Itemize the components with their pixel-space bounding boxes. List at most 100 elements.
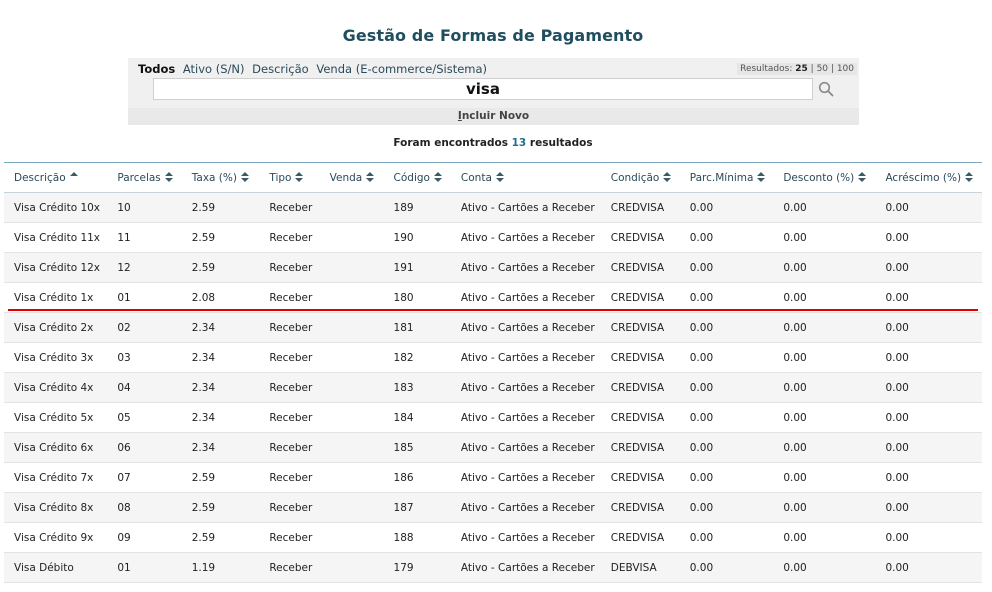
table-row[interactable]: Visa Crédito 9x 09 2.59 Receber 188 Ativo - C… [4,522,982,553]
results-option-25[interactable]: 25 [795,64,808,74]
cell-parc-minima: 0.00 [679,342,774,373]
filter-descricao[interactable]: Descrição [252,62,309,76]
column-header-codigo[interactable]: Código [383,162,451,193]
cell-acrescimo: 0.00 [875,522,982,553]
column-header-parcelas[interactable]: Parcelas [107,162,182,193]
cell-parc-minima: 0.00 [679,222,774,253]
sort-both-icon [295,171,304,182]
cell-taxa: 2.59 [181,222,260,253]
sort-both-icon [965,171,974,182]
cell-taxa: 2.59 [181,492,260,523]
cell-acrescimo: 0.00 [875,252,982,283]
column-header-parc-minima[interactable]: Parc.Mínima [679,162,774,193]
results-per-page: Resultados: 25 | 50 | 100 [737,63,857,75]
cell-desconto: 0.00 [773,252,876,283]
cell-tipo: Receber [259,312,320,343]
column-header-label: Parc.Mínima [689,171,754,184]
results-option-100[interactable]: 100 [837,64,854,74]
search-input[interactable] [153,78,813,100]
cell-codigo: 186 [383,462,451,493]
table-row[interactable]: Visa Crédito 3x 03 2.34 Receber 182 Ativo - C… [4,342,982,373]
filter-todos[interactable]: Todos [138,62,175,76]
table-row[interactable]: Visa Crédito 8x 08 2.59 Receber 187 Ativo - C… [4,492,982,523]
results-summary-prefix: Foram encontrados [393,137,508,149]
table-row[interactable]: Visa Crédito 11x 11 2.59 Receber 190 Ativo - … [4,222,982,253]
sort-both-icon [164,171,173,182]
cell-descricao: Visa Crédito 7x [4,462,108,493]
cell-taxa: 2.59 [181,252,260,283]
table-row[interactable]: Visa Crédito 10x 10 2.59 Receber 189 Ativo - … [4,192,982,223]
cell-conta: Ativo - Cartões a Receber [450,492,601,523]
sort-both-icon [433,171,442,182]
cell-descricao: Visa Crédito 2x [4,312,108,343]
table-row[interactable]: Visa Crédito 2x 02 2.34 Receber 181 Ativo - C… [4,312,982,343]
column-header-venda[interactable]: Venda [319,162,384,193]
separator: | [830,64,834,74]
sort-both-icon [495,171,504,182]
cell-condicao: CREDVISA [600,402,680,433]
cell-parcelas: 06 [107,432,182,463]
table-row[interactable]: Visa Crédito 7x 07 2.59 Receber 186 Ativo - C… [4,462,982,493]
results-label: Resultados: [740,64,793,74]
cell-condicao: CREDVISA [600,312,680,343]
column-header-label: Acréscimo (%) [885,171,962,184]
cell-parc-minima: 0.00 [679,462,774,493]
filter-venda[interactable]: Venda (E-commerce/Sistema) [316,62,487,76]
column-header-label: Conta [460,171,492,184]
cell-taxa: 2.34 [181,342,260,373]
sort-both-icon [240,171,249,182]
cell-venda [319,252,384,283]
cell-descricao: Visa Crédito 12x [4,252,108,283]
separator: | [810,64,814,74]
sort-both-icon [366,171,375,182]
column-header-condicao[interactable]: Condição [600,162,680,193]
cell-parc-minima: 0.00 [679,402,774,433]
column-header-tipo[interactable]: Tipo [259,162,320,193]
cell-desconto: 0.00 [773,522,876,553]
cell-parcelas: 09 [107,522,182,553]
table-row[interactable]: Visa Crédito 1x 01 2.08 Receber 180 Ativo - C… [4,282,982,313]
include-new-button[interactable]: Incluir Novo [128,108,859,125]
cell-desconto: 0.00 [773,372,876,403]
cell-parcelas: 10 [107,192,182,223]
column-header-desconto[interactable]: Desconto (%) [773,162,876,193]
cell-codigo: 183 [383,372,451,403]
sort-both-icon [663,171,672,182]
cell-parc-minima: 0.00 [679,492,774,523]
cell-tipo: Receber [259,192,320,223]
cell-tipo: Receber [259,552,320,583]
column-header-conta[interactable]: Conta [450,162,601,193]
table-row[interactable]: Visa Crédito 6x 06 2.34 Receber 185 Ativo - C… [4,432,982,463]
cell-acrescimo: 0.00 [875,462,982,493]
table-row[interactable]: Visa Crédito 5x 05 2.34 Receber 184 Ativo - C… [4,402,982,433]
cell-parc-minima: 0.00 [679,282,774,313]
cell-codigo: 180 [383,282,451,313]
column-header-label: Descrição [14,171,66,184]
cell-parc-minima: 0.00 [679,192,774,223]
column-header-descricao[interactable]: Descrição [4,162,108,193]
cell-condicao: CREDVISA [600,222,680,253]
table-row[interactable]: Visa Crédito 4x 04 2.34 Receber 183 Ativo - C… [4,372,982,403]
cell-parc-minima: 0.00 [679,432,774,463]
cell-codigo: 184 [383,402,451,433]
cell-venda [319,492,384,523]
cell-parcelas: 08 [107,492,182,523]
cell-codigo: 190 [383,222,451,253]
cell-descricao: Visa Crédito 9x [4,522,108,553]
cell-codigo: 179 [383,552,451,583]
column-header-acrescimo[interactable]: Acréscimo (%) [875,162,982,193]
filter-ativo[interactable]: Ativo (S/N) [183,62,245,76]
cell-desconto: 0.00 [773,282,876,313]
column-header-taxa[interactable]: Taxa (%) [181,162,260,193]
cell-parcelas: 01 [107,282,182,313]
search-button[interactable] [814,78,838,100]
table-row[interactable]: Visa Crédito 12x 12 2.59 Receber 191 Ativo - … [4,252,982,283]
cell-taxa: 1.19 [181,552,260,583]
table-header-row: Descrição Parcelas Taxa (%) Tipo Venda Código… [4,162,982,193]
results-count: 13 [511,137,527,149]
column-header-label: Tipo [269,171,292,184]
cell-acrescimo: 0.00 [875,552,982,583]
table-row[interactable]: Visa Débito 01 1.19 Receber 179 Ativo - Cartõ… [4,552,982,583]
results-option-50[interactable]: 50 [817,64,828,74]
cell-parcelas: 03 [107,342,182,373]
